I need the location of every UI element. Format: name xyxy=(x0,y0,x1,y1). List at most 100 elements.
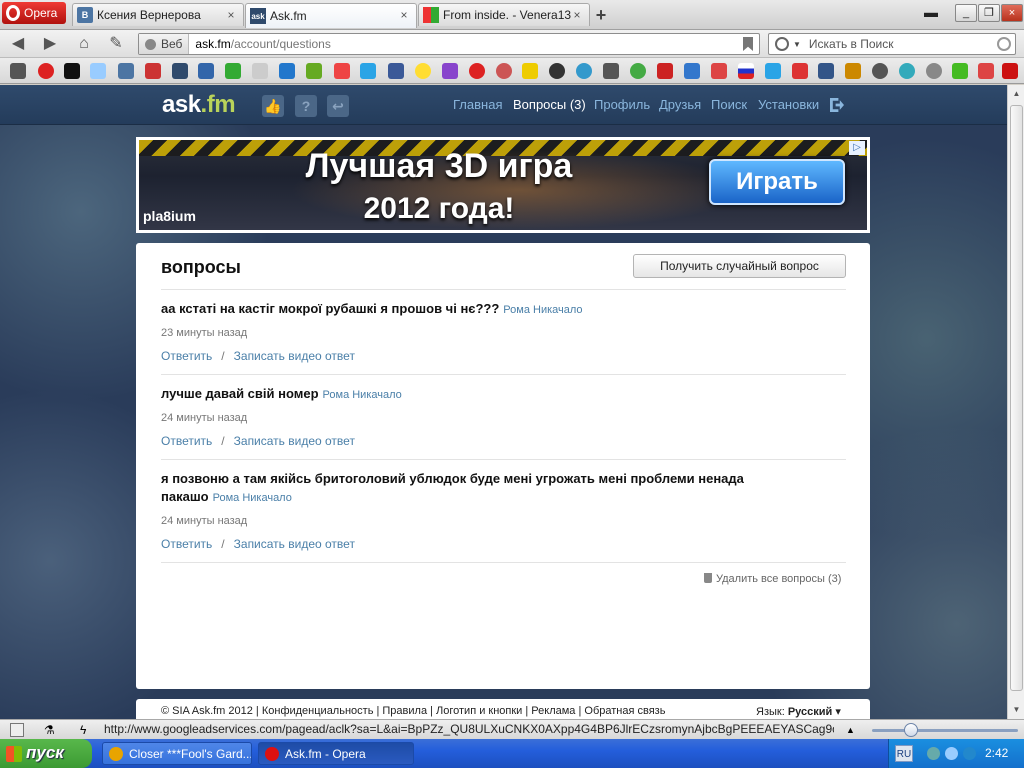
zoom-slider[interactable] xyxy=(872,729,1018,732)
bookmark-icon[interactable] xyxy=(738,63,754,79)
bookmark-icon[interactable] xyxy=(522,63,538,79)
bookmark-icon[interactable] xyxy=(684,63,700,79)
answer-link[interactable]: Ответить xyxy=(161,349,212,363)
new-tab-button[interactable]: + xyxy=(592,6,610,24)
nav-home[interactable]: Главная xyxy=(453,97,502,112)
answer-link[interactable]: Ответить xyxy=(161,434,212,448)
logout-icon[interactable] xyxy=(830,98,844,112)
restore-button[interactable]: ❐ xyxy=(978,4,1000,22)
ad-play-button[interactable]: Играть xyxy=(709,159,845,205)
close-tab-icon[interactable]: × xyxy=(398,9,410,21)
askfm-bookmark-icon[interactable] xyxy=(172,63,188,79)
start-button[interactable]: пуск xyxy=(0,739,92,768)
bookmark-icon[interactable] xyxy=(576,63,592,79)
bookmark-icon[interactable] xyxy=(926,63,942,79)
tab-venera[interactable]: From inside. - Venera13 × xyxy=(418,3,590,26)
network-icon[interactable] xyxy=(945,747,958,760)
bookmark-icon[interactable] xyxy=(225,63,241,79)
bookmark-icon[interactable] xyxy=(792,63,808,79)
forward-icon[interactable]: ▶ xyxy=(40,34,60,54)
bookmark-icon[interactable] xyxy=(469,63,485,79)
close-window-button[interactable]: × xyxy=(1001,4,1023,22)
tab-askfm[interactable]: ask Ask.fm × xyxy=(245,3,417,28)
bookmark-icon[interactable] xyxy=(603,63,619,79)
bookmark-icon[interactable] xyxy=(765,63,781,79)
taskbar-item-opera[interactable]: Ask.fm - Opera xyxy=(258,742,414,765)
search-input[interactable]: ▼ Искать в Поиск xyxy=(768,33,1016,55)
wand-icon[interactable]: ✎ xyxy=(106,34,126,54)
keyboard-language-indicator[interactable]: RU xyxy=(895,745,913,762)
home-icon[interactable]: ⌂ xyxy=(74,34,94,54)
close-tab-icon[interactable]: × xyxy=(225,9,237,21)
tray-arrow-icon[interactable] xyxy=(927,747,940,760)
scroll-down-icon[interactable]: ▼ xyxy=(1011,705,1022,714)
bookmark-icon[interactable] xyxy=(630,63,646,79)
question-author-link[interactable]: Рома Никачало xyxy=(323,389,402,401)
address-field[interactable]: Веб ask.fm /account/questions xyxy=(138,33,760,55)
question-icon[interactable]: ? xyxy=(295,95,317,117)
chevron-down-icon[interactable]: ▼ xyxy=(793,40,801,49)
bookmark-icon[interactable] xyxy=(1002,63,1018,79)
opera-bookmark-icon[interactable] xyxy=(38,63,54,79)
bookmark-icon[interactable] xyxy=(496,63,512,79)
question-author-link[interactable]: Рома Никачало xyxy=(213,492,292,504)
bookmark-icon[interactable] xyxy=(978,63,994,79)
bookmark-icon[interactable] xyxy=(198,63,214,79)
answer-link[interactable]: Ответить xyxy=(161,537,212,551)
bookmark-icon[interactable] xyxy=(711,63,727,79)
scrollbar-thumb[interactable] xyxy=(1010,105,1023,691)
ad-banner[interactable]: Лучшая 3D игра 2012 года! Играть pla8ium… xyxy=(136,137,870,233)
volume-icon[interactable] xyxy=(963,747,976,760)
scroll-up-icon[interactable]: ▲ xyxy=(1011,89,1022,98)
video-answer-link[interactable]: Записать видео ответ xyxy=(234,434,355,448)
tab-vk[interactable]: B Ксения Вернерова × xyxy=(72,3,244,26)
bookmark-icon[interactable] xyxy=(442,63,458,79)
askfm-logo[interactable]: ask.fm xyxy=(162,91,236,119)
zoom-slider-handle[interactable] xyxy=(904,723,918,737)
bookmark-icon[interactable] xyxy=(549,63,565,79)
panel-toggle-icon[interactable] xyxy=(10,723,24,737)
site-info-badge[interactable]: Веб xyxy=(139,34,190,54)
bookmark-icon[interactable] xyxy=(743,37,753,51)
bookmark-icon[interactable] xyxy=(279,63,295,79)
minimize-button[interactable]: _ xyxy=(955,4,977,22)
nav-profile[interactable]: Профиль xyxy=(594,97,650,112)
bookmark-icon[interactable] xyxy=(145,63,161,79)
bookmark-icon[interactable] xyxy=(90,63,106,79)
bookmark-icon[interactable] xyxy=(306,63,322,79)
back-icon[interactable]: ◀ xyxy=(8,34,28,54)
like-icon[interactable]: 👍 xyxy=(262,95,284,117)
opera-menu-button[interactable]: Opera xyxy=(2,2,66,24)
bookmark-icon[interactable] xyxy=(334,63,350,79)
facebook-bookmark-icon[interactable] xyxy=(388,63,404,79)
tab-menu-icon[interactable]: ▬ xyxy=(918,4,944,22)
chevron-up-icon[interactable]: ▲ xyxy=(846,723,860,737)
language-selector[interactable]: Язык: Русский ▾ xyxy=(756,705,841,718)
vk-bookmark-icon[interactable] xyxy=(118,63,134,79)
bookmark-icon[interactable] xyxy=(872,63,888,79)
question-author-link[interactable]: Рома Никачало xyxy=(503,304,582,316)
nav-search[interactable]: Поиск xyxy=(711,97,747,112)
bookmark-icon[interactable] xyxy=(657,63,673,79)
lightning-icon[interactable]: ϟ xyxy=(80,723,94,737)
nav-questions[interactable]: Вопросы (3) xyxy=(513,97,586,112)
turbo-icon[interactable]: ⚗ xyxy=(44,723,58,737)
bookmark-icon[interactable] xyxy=(952,63,968,79)
adchoices-icon[interactable]: ▷ xyxy=(849,141,865,155)
nav-friends[interactable]: Друзья xyxy=(659,97,701,112)
bookmark-icon[interactable] xyxy=(818,63,834,79)
random-question-button[interactable]: Получить случайный вопрос xyxy=(633,254,846,278)
vertical-scrollbar[interactable]: ▲ ▼ xyxy=(1007,85,1024,719)
nav-settings[interactable]: Установки xyxy=(758,97,819,112)
twitter-bookmark-icon[interactable] xyxy=(360,63,376,79)
smile-bookmark-icon[interactable] xyxy=(415,63,431,79)
video-answer-link[interactable]: Записать видео ответ xyxy=(234,349,355,363)
bookmark-icon[interactable] xyxy=(899,63,915,79)
mail-bookmark-icon[interactable] xyxy=(64,63,80,79)
taskbar-item-closer[interactable]: Closer ***Fool's Gard... xyxy=(102,742,252,765)
search-go-icon[interactable] xyxy=(997,37,1011,51)
answer-icon[interactable]: ↩ xyxy=(327,95,349,117)
footer-links[interactable]: © SIA Ask.fm 2012 | Конфиденциальность |… xyxy=(161,705,665,717)
close-tab-icon[interactable]: × xyxy=(571,9,583,21)
video-answer-link[interactable]: Записать видео ответ xyxy=(234,537,355,551)
